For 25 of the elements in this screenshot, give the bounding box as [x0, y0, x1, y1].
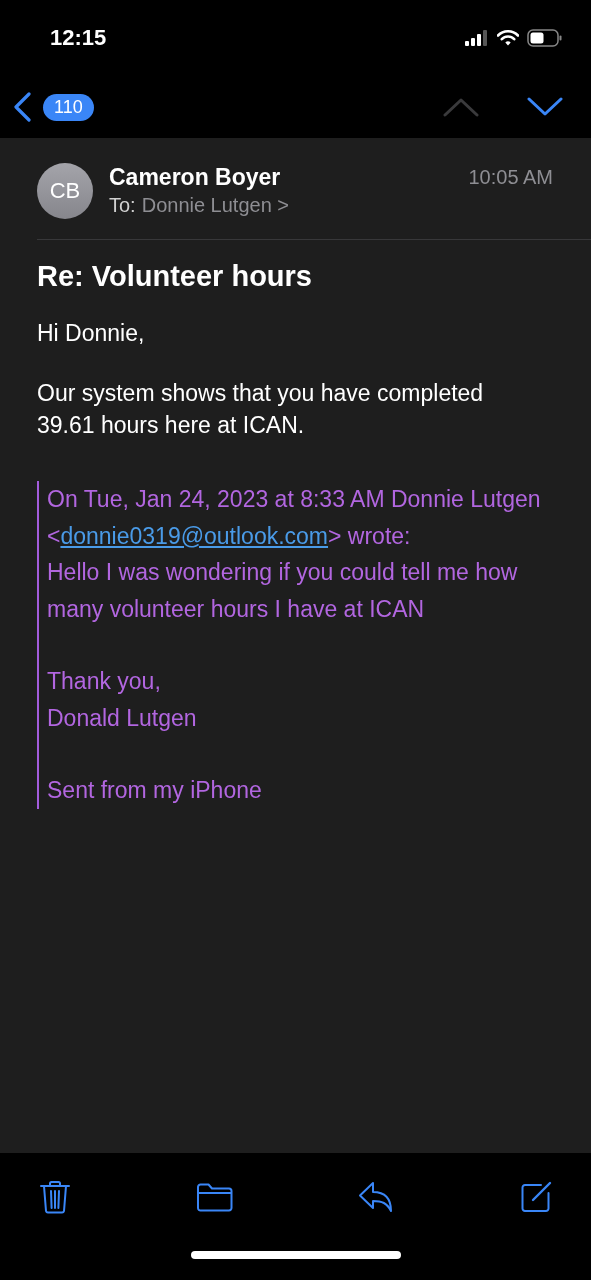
back-icon[interactable] — [13, 92, 33, 122]
signoff-line: Thank you, — [47, 667, 162, 696]
sender-name: Cameron Boyer — [109, 163, 282, 192]
compose-icon[interactable] — [518, 1180, 553, 1214]
quote-signature: Sent from my iPhone — [47, 776, 263, 805]
battery-icon — [527, 29, 563, 47]
next-message-icon[interactable] — [527, 97, 563, 117]
email-link[interactable]: donnie0319@outlook.com — [60, 522, 329, 549]
sender-avatar: CB — [37, 163, 93, 219]
reply-icon[interactable] — [358, 1181, 395, 1213]
body-paragraph: Our system shows that you have completed 39.61 hours here at ICAN. — [37, 379, 485, 440]
message-subject: Re: Volunteer hours — [37, 260, 313, 293]
body-paragraph: Hi Donnie, — [37, 319, 146, 348]
quote-text: Hello I was wondering if you could tell me how many volunteer hours I have at ICAN — [47, 558, 519, 624]
message-time: 10:05 AM — [468, 166, 553, 189]
status-time: 12:15 — [50, 25, 107, 51]
trash-icon[interactable] — [39, 1180, 71, 1214]
signal-icon — [465, 30, 489, 46]
unread-count-badge[interactable]: 110 — [43, 93, 94, 121]
folder-icon[interactable] — [195, 1182, 234, 1212]
signoff-line: Donald Lutgen — [47, 703, 198, 733]
to-label: To: — [109, 194, 136, 217]
recipient-link[interactable]: Donnie Lutgen > — [141, 194, 290, 217]
wifi-icon — [497, 30, 519, 46]
quote-attribution: On Tue, Jan 24, 2023 at 8:33 AM Donnie Lutgen <donnie0319@outlook.com> wrote: — [47, 485, 542, 551]
